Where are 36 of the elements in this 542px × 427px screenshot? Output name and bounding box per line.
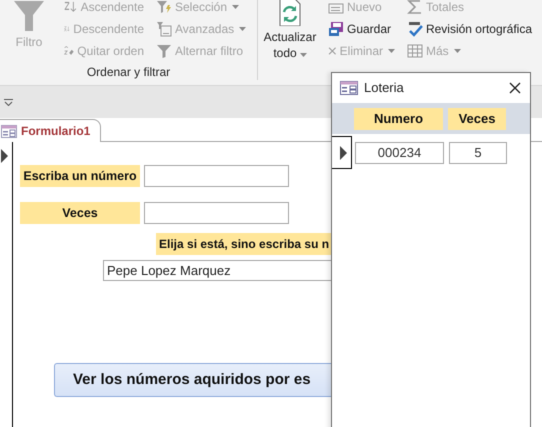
filter-form-icon [156,21,172,37]
dropdown-icon [4,98,13,106]
caret-icon [239,27,246,31]
column-header: Veces [448,108,506,130]
ribbon-button[interactable]: Revisión ortográfica [405,18,534,40]
record-selector-icon [339,146,347,160]
view-numbers-button[interactable]: Ver los números aquiridos por es [54,363,331,397]
filter-icon [156,43,172,59]
ribbon-button[interactable]: Actualizar todo [258,0,322,62]
record-selector-icon [0,148,8,163]
caret-icon [388,49,395,53]
filter-icon [156,0,172,15]
table-cell[interactable]: 000234 [355,142,444,164]
sum-icon [407,0,423,15]
combo-box[interactable]: Pepe Lopez Marquez [103,260,331,281]
caret-icon [232,5,240,9]
window-title: Loteria [364,79,404,98]
table-cell[interactable]: 5 [449,142,507,164]
table-icon [407,43,423,59]
field-label: Veces [20,202,140,224]
ribbon-button[interactable]: Guardar [326,18,397,40]
input-field[interactable] [144,165,289,187]
close-button[interactable] [509,82,521,94]
form-icon [1,124,17,138]
caret-icon [454,49,461,53]
field-label: Escriba un número [20,165,140,187]
group-label: Ordenar y filtrar [86,64,170,81]
close-icon [509,82,521,94]
form-tab[interactable]: Formulario1 [0,119,102,142]
column-header: Numero [354,108,443,130]
caret-icon [300,52,307,57]
form-icon [340,81,358,95]
input-field[interactable] [144,202,289,224]
filter-icon [14,1,44,31]
spellcheck-icon [407,21,423,37]
save-icon [328,21,344,37]
